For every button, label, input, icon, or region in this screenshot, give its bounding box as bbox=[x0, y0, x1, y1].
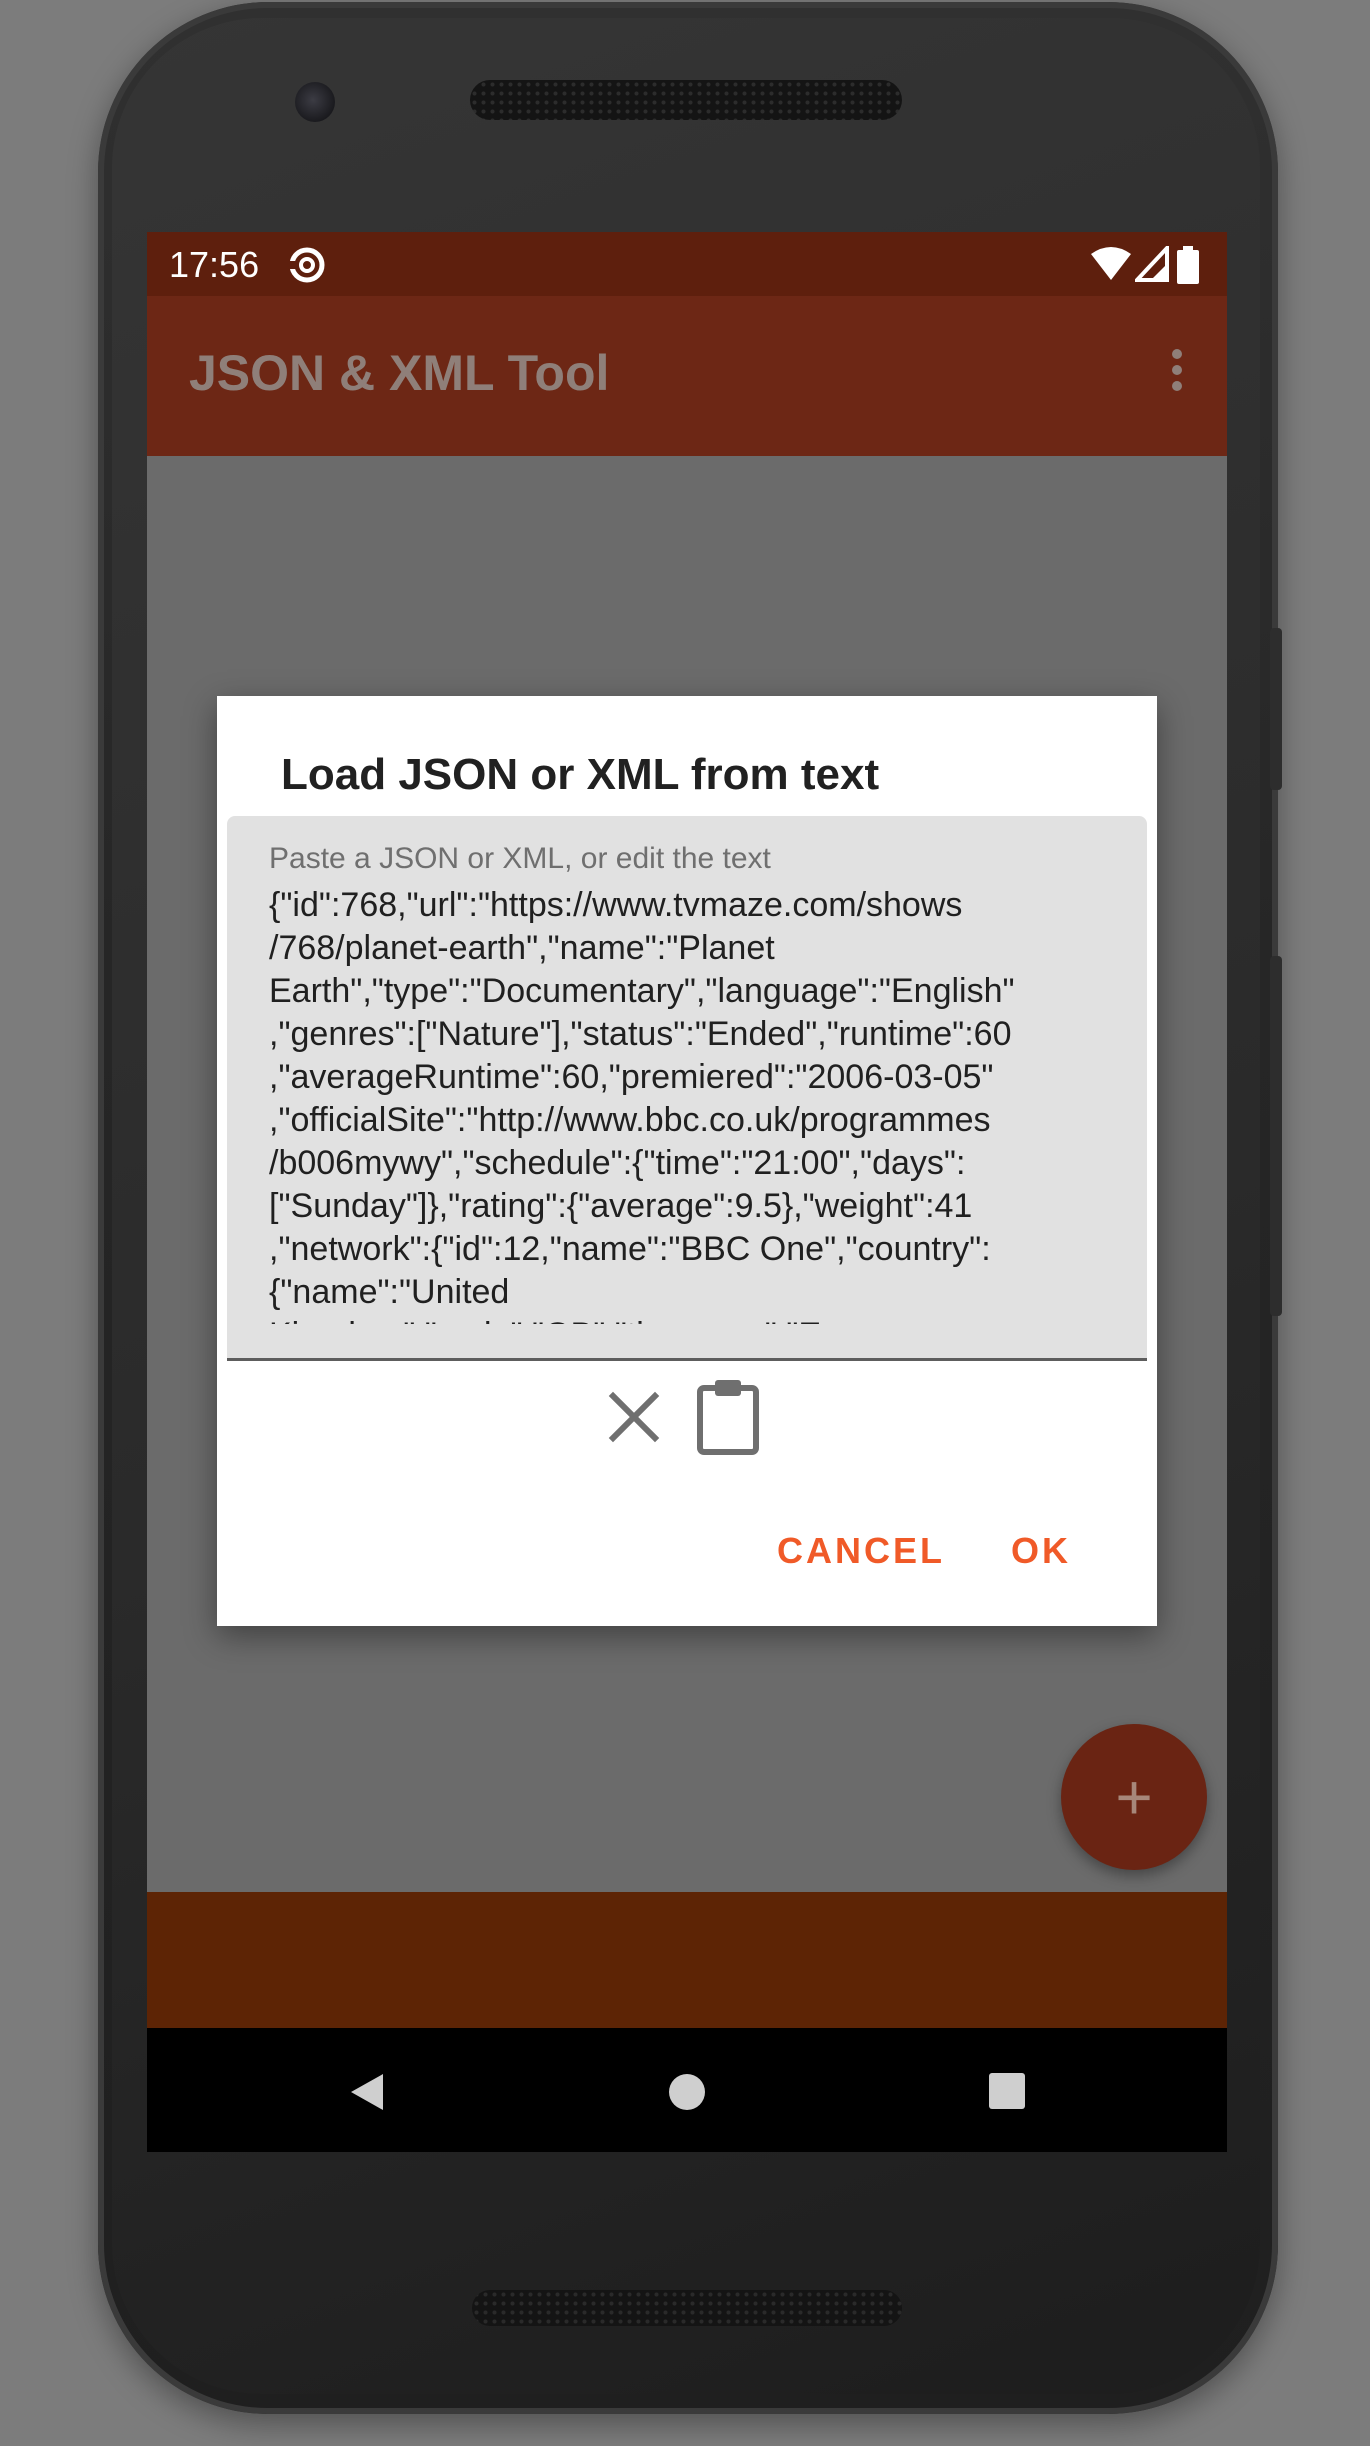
front-camera bbox=[295, 82, 335, 122]
input-hint-label: Paste a JSON or XML, or edit the text bbox=[269, 842, 771, 875]
overflow-menu-icon[interactable] bbox=[1167, 340, 1187, 400]
add-fab-button[interactable]: + bbox=[1061, 1724, 1207, 1870]
navigation-bar bbox=[147, 2028, 1227, 2152]
home-icon[interactable] bbox=[667, 2072, 707, 2117]
bottom-bar bbox=[147, 1892, 1227, 2028]
dialog-title: Load JSON or XML from text bbox=[281, 750, 880, 799]
app-title: JSON & XML Tool bbox=[189, 345, 610, 401]
volume-button bbox=[1270, 956, 1282, 1316]
status-bar: 17:56 bbox=[147, 232, 1227, 296]
load-text-dialog: Load JSON or XML from text Paste a JSON … bbox=[217, 696, 1157, 1626]
bottom-speaker bbox=[472, 2290, 902, 2326]
ok-button[interactable]: OK bbox=[1011, 1530, 1071, 1572]
wifi-icon bbox=[1091, 246, 1131, 287]
clipboard-icon[interactable] bbox=[695, 1376, 761, 1461]
status-time: 17:56 bbox=[169, 244, 260, 285]
recents-icon[interactable] bbox=[989, 2073, 1025, 2114]
clear-icon[interactable] bbox=[607, 1390, 661, 1449]
app-bar: JSON & XML Tool bbox=[147, 296, 1227, 456]
input-text-value[interactable]: {"id":768,"url":"https://www.tvmaze.com/… bbox=[269, 884, 1099, 1324]
screen: 17:56 JSON & XML Tool + Load JSON or XML… bbox=[147, 232, 1227, 2152]
earpiece-speaker bbox=[470, 80, 902, 120]
signal-icon bbox=[1132, 242, 1169, 287]
power-button bbox=[1270, 628, 1282, 790]
cancel-button[interactable]: CANCEL bbox=[777, 1530, 945, 1572]
battery-icon bbox=[1177, 246, 1199, 289]
json-text-input[interactable]: Paste a JSON or XML, or edit the text {"… bbox=[227, 816, 1147, 1361]
back-icon[interactable] bbox=[349, 2072, 385, 2117]
lock-rotation-icon bbox=[287, 245, 327, 290]
